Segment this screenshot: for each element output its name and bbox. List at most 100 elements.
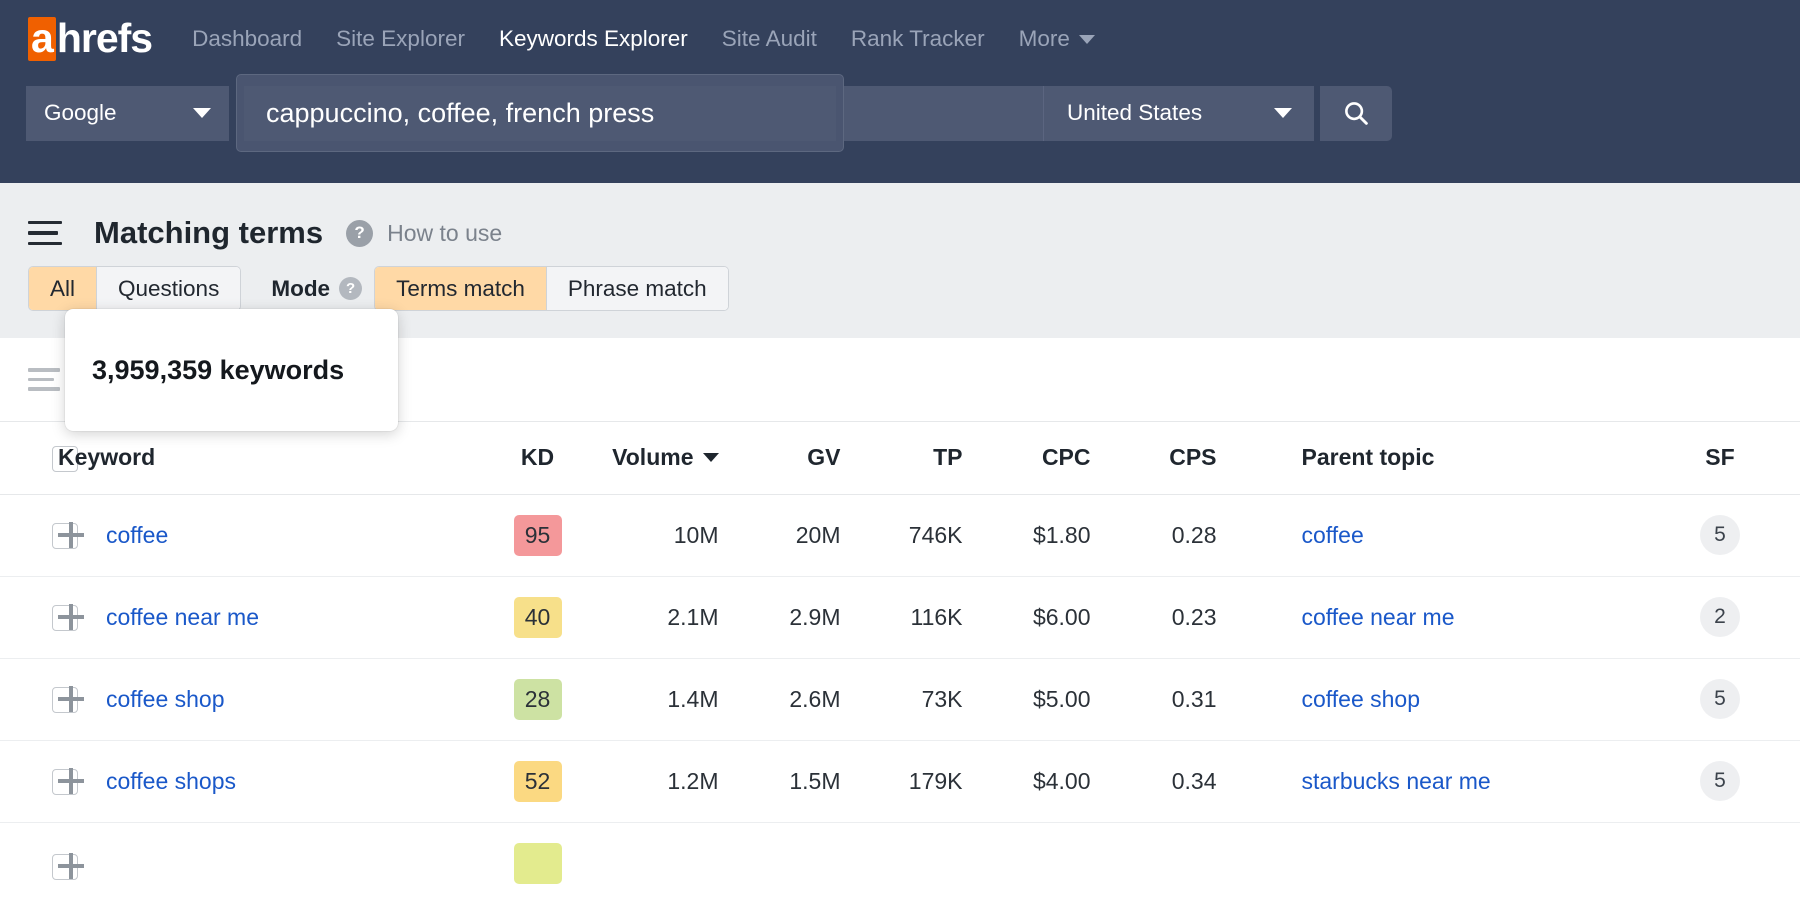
nav-item-site-audit[interactable]: Site Audit <box>722 26 817 52</box>
table-body: coffee9510M20M746K$1.800.28coffee5coffee… <box>0 494 1800 900</box>
table-row[interactable]: coffee9510M20M746K$1.800.28coffee5 <box>0 494 1800 576</box>
row-cpc-cell: $1.80 <box>963 494 1091 576</box>
column-header-cpc[interactable]: CPC <box>963 422 1091 494</box>
row-gv-cell: 1.5M <box>719 740 841 822</box>
kd-badge: 40 <box>514 597 562 638</box>
table-header: Keyword KD Volume GV TP CPC CPS Parent t… <box>0 422 1800 494</box>
keyword-count-popover: 3,959,359 keywords <box>65 309 398 431</box>
row-tp-cell: 746K <box>841 494 963 576</box>
filter-questions[interactable]: Questions <box>97 267 240 310</box>
filter-bar: All Questions Mode ? Terms match Phrase … <box>0 266 1800 311</box>
sf-badge: 2 <box>1700 597 1740 637</box>
nav-item-rank-tracker[interactable]: Rank Tracker <box>851 26 985 52</box>
logo-wordmark: hrefs <box>57 18 152 59</box>
row-volume-cell: 2.1M <box>594 576 719 658</box>
nav-item-dashboard[interactable]: Dashboard <box>192 26 302 52</box>
row-parent-topic-cell: coffee shop <box>1217 658 1641 740</box>
keyword-link[interactable]: coffee shops <box>106 768 236 795</box>
row-cpc-cell: $4.00 <box>963 740 1091 822</box>
ahrefs-logo[interactable]: ahrefs <box>28 17 152 61</box>
column-header-tp[interactable]: TP <box>841 422 963 494</box>
column-header-keyword[interactable]: Keyword <box>58 422 482 494</box>
sf-badge: 5 <box>1700 515 1740 555</box>
table-header-row: Keyword KD Volume GV TP CPC CPS Parent t… <box>0 422 1800 494</box>
keyword-count-text: 3,959,359 keywords <box>92 355 344 386</box>
column-header-kd[interactable]: KD <box>482 422 594 494</box>
row-kd-cell: 52 <box>482 740 594 822</box>
menu-hamburger-icon[interactable] <box>28 221 62 246</box>
row-keyword-cell: coffee <box>58 494 482 576</box>
scope-toggle-group: All Questions <box>28 266 241 311</box>
country-select[interactable]: United States <box>1044 86 1314 141</box>
row-gv-cell: 2.9M <box>719 576 841 658</box>
add-keyword-icon[interactable] <box>58 768 84 794</box>
row-sf-cell: 2 <box>1640 576 1800 658</box>
row-keyword-cell: coffee shops <box>58 740 482 822</box>
keywords-input-extension[interactable] <box>837 86 1044 141</box>
chevron-down-icon <box>193 108 211 118</box>
keywords-table: Keyword KD Volume GV TP CPC CPS Parent t… <box>0 422 1800 900</box>
mode-label: Mode <box>271 276 330 302</box>
kd-badge <box>514 843 562 884</box>
parent-topic-link[interactable]: coffee near me <box>1302 604 1455 630</box>
column-header-volume[interactable]: Volume <box>594 422 719 494</box>
row-select-cell <box>0 822 58 900</box>
row-kd-cell: 95 <box>482 494 594 576</box>
row-kd-cell: 28 <box>482 658 594 740</box>
keyword-link[interactable]: coffee shop <box>106 686 225 713</box>
keyword-link[interactable]: coffee near me <box>106 604 259 631</box>
top-navigation-bar: ahrefs Dashboard Site Explorer Keywords … <box>0 0 1800 183</box>
parent-topic-link[interactable]: coffee shop <box>1302 686 1421 712</box>
add-keyword-icon[interactable] <box>58 853 84 879</box>
column-header-parent-topic[interactable]: Parent topic <box>1217 422 1641 494</box>
row-parent-topic-cell: coffee near me <box>1217 576 1641 658</box>
search-engine-value: Google <box>44 100 117 126</box>
column-header-sf[interactable]: SF <box>1640 422 1800 494</box>
row-cps-cell: 0.31 <box>1091 658 1217 740</box>
row-cps-cell: 0.23 <box>1091 576 1217 658</box>
mode-help-icon[interactable]: ? <box>339 277 362 300</box>
keyword-link[interactable]: coffee <box>106 522 168 549</box>
column-header-gv[interactable]: GV <box>719 422 841 494</box>
nav-item-more-label: More <box>1019 26 1070 52</box>
keywords-input[interactable] <box>244 86 836 141</box>
parent-topic-link[interactable]: starbucks near me <box>1302 768 1491 794</box>
filter-all[interactable]: All <box>29 267 97 310</box>
add-keyword-icon[interactable] <box>58 686 84 712</box>
row-parent-topic-cell: starbucks near me <box>1217 740 1641 822</box>
nav-item-more[interactable]: More <box>1019 26 1095 52</box>
sort-descending-icon <box>703 453 719 462</box>
logo-a-mark: a <box>28 17 56 61</box>
row-tp-cell: 116K <box>841 576 963 658</box>
table-row-partial[interactable] <box>0 822 1800 900</box>
parent-topic-link[interactable]: coffee <box>1302 522 1364 548</box>
row-cps-cell: 0.34 <box>1091 740 1217 822</box>
list-view-icon[interactable] <box>28 368 60 391</box>
kd-badge: 95 <box>514 515 562 556</box>
table-row[interactable]: coffee shops521.2M1.5M179K$4.000.34starb… <box>0 740 1800 822</box>
row-sf-cell: 5 <box>1640 494 1800 576</box>
table-row[interactable]: coffee near me402.1M2.9M116K$6.000.23cof… <box>0 576 1800 658</box>
table-row[interactable]: coffee shop281.4M2.6M73K$5.000.31coffee … <box>0 658 1800 740</box>
nav-item-site-explorer[interactable]: Site Explorer <box>336 26 465 52</box>
add-keyword-icon[interactable] <box>58 604 84 630</box>
how-to-use-link[interactable]: How to use <box>387 220 502 247</box>
row-kd-cell: 40 <box>482 576 594 658</box>
row-keyword-cell <box>58 822 482 900</box>
select-all-header <box>0 422 58 494</box>
row-cpc-cell: $5.00 <box>963 658 1091 740</box>
filter-phrase-match[interactable]: Phrase match <box>547 267 728 310</box>
help-icon[interactable]: ? <box>346 220 373 247</box>
column-header-cps[interactable]: CPS <box>1091 422 1217 494</box>
row-select-cell <box>0 576 58 658</box>
row-gv-cell: 20M <box>719 494 841 576</box>
search-engine-select[interactable]: Google <box>26 86 229 141</box>
filter-terms-match[interactable]: Terms match <box>375 267 547 310</box>
search-button[interactable] <box>1320 86 1392 141</box>
row-tp-cell: 73K <box>841 658 963 740</box>
add-keyword-icon[interactable] <box>58 522 84 548</box>
row-volume-cell: 1.4M <box>594 658 719 740</box>
nav-item-keywords-explorer[interactable]: Keywords Explorer <box>499 26 688 52</box>
country-value: United States <box>1067 100 1202 126</box>
mode-toggle-group: Terms match Phrase match <box>374 266 729 311</box>
